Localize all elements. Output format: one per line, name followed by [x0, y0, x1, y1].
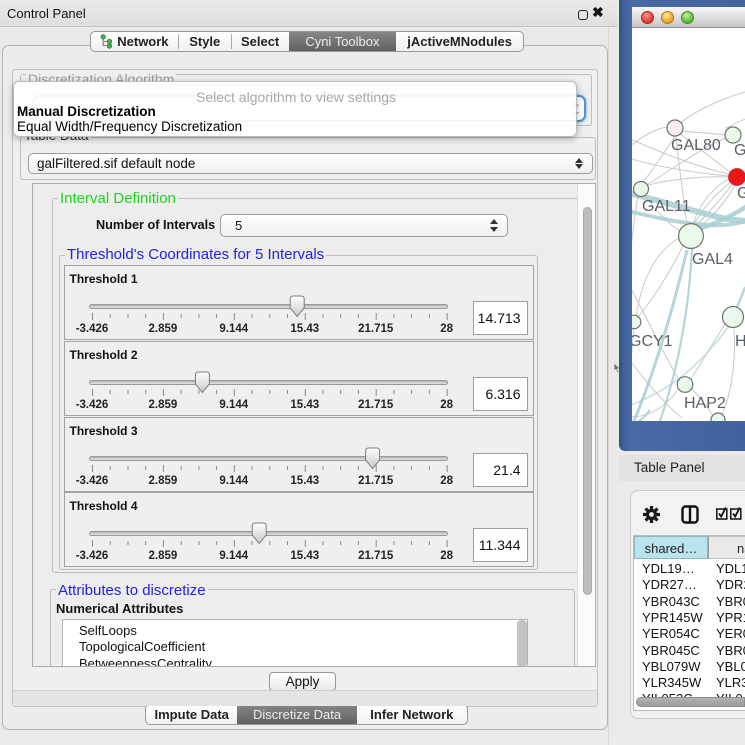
svg-text:GAL80: GAL80: [671, 137, 721, 154]
svg-text:GAL4: GAL4: [692, 251, 733, 268]
svg-text:GAL11: GAL11: [642, 198, 691, 215]
svg-text:GCY1: GCY1: [632, 333, 673, 350]
svg-text:HAP2: HAP2: [684, 395, 726, 412]
svg-text:G: G: [737, 185, 745, 202]
svg-text:GA: GA: [734, 142, 745, 159]
svg-text:H: H: [735, 333, 745, 350]
